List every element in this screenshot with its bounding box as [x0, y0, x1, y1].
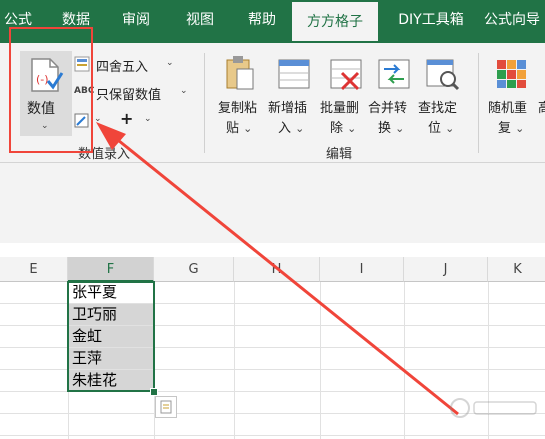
- annotation-arrow-icon: [96, 122, 459, 416]
- watermark: [448, 392, 540, 422]
